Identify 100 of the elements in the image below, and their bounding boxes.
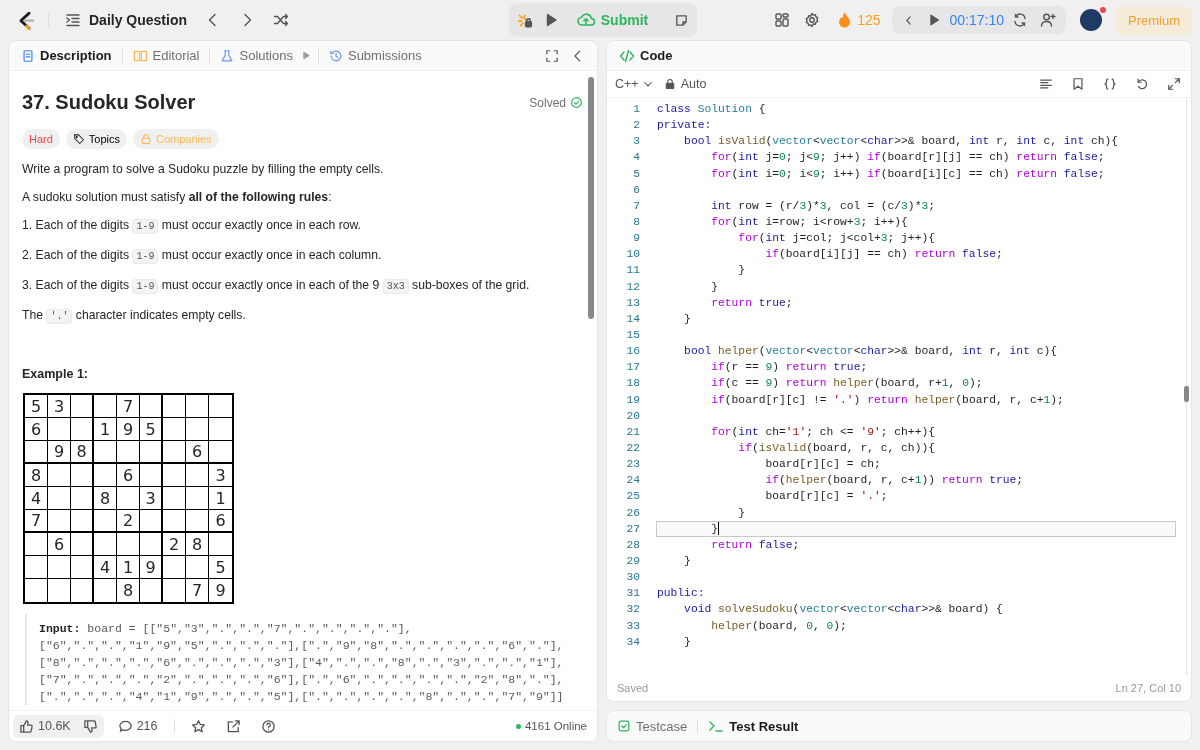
empty-grid-cell bbox=[163, 510, 186, 533]
code-line: } bbox=[710, 522, 718, 535]
topics-tag[interactable]: Topics bbox=[65, 129, 128, 149]
grid-cell: 4 bbox=[25, 487, 48, 510]
check-circle-icon bbox=[570, 96, 583, 109]
empty-grid-cell bbox=[71, 533, 94, 556]
cloud-upload-icon bbox=[576, 11, 595, 29]
code-line: private: bbox=[657, 119, 712, 132]
empty-grid-cell bbox=[186, 487, 209, 510]
panel-tab[interactable]: Description bbox=[17, 45, 116, 66]
panel-tab[interactable]: Solutions bbox=[216, 45, 297, 66]
document-icon bbox=[21, 48, 35, 63]
text-cursor bbox=[718, 522, 719, 536]
grid-cell: 7 bbox=[117, 395, 140, 418]
line-number: 24 bbox=[625, 474, 640, 487]
empty-grid-cell bbox=[48, 556, 71, 579]
code-line: } bbox=[683, 635, 691, 648]
code-line: void solveSudoku(vector<vector<char>>& board) { bbox=[683, 603, 1003, 616]
bookmark-icon bbox=[1071, 77, 1085, 91]
line-number: 29 bbox=[625, 555, 640, 567]
panel-tab[interactable]: Submissions bbox=[324, 45, 426, 66]
grid-cell: 8 bbox=[94, 487, 117, 510]
empty-grid-cell bbox=[48, 487, 71, 510]
panel-tab[interactable]: Editorial bbox=[128, 45, 204, 66]
line-number: 25 bbox=[625, 490, 640, 503]
checkbox-icon bbox=[617, 719, 631, 733]
grid-cell: 8 bbox=[25, 464, 48, 487]
lock-icon bbox=[140, 133, 153, 145]
line-number: 3 bbox=[632, 135, 640, 148]
grid-cell: 2 bbox=[163, 533, 186, 556]
description-text: A sudoku solution must satisfy all of the following rules: bbox=[22, 189, 333, 205]
code-line: return true; bbox=[710, 296, 793, 309]
line-number: 20 bbox=[625, 409, 640, 422]
align-icon bbox=[1039, 77, 1053, 91]
empty-grid-cell bbox=[94, 441, 117, 464]
thumbs-down-icon bbox=[82, 718, 98, 734]
line-number: 2 bbox=[632, 119, 640, 132]
scrollbar[interactable] bbox=[1184, 386, 1189, 402]
shuffle-icon bbox=[273, 12, 290, 28]
line-number: 10 bbox=[625, 248, 640, 261]
line-number: 23 bbox=[625, 458, 640, 471]
empty-grid-cell bbox=[140, 533, 163, 556]
grid-cell: 7 bbox=[25, 510, 48, 533]
code-line: return false; bbox=[710, 538, 800, 551]
empty-grid-cell bbox=[117, 533, 140, 556]
grid-cell: 3 bbox=[209, 464, 232, 487]
flask-icon bbox=[220, 48, 235, 63]
console-tab[interactable]: Test Result bbox=[704, 715, 803, 737]
line-number: 22 bbox=[625, 442, 640, 454]
grid-cell: 9 bbox=[117, 418, 140, 441]
grid-cell: 9 bbox=[48, 441, 71, 464]
code-line: class Solution { bbox=[657, 103, 766, 116]
description-text: 3. Each of the digits 1-9 must occur exactly once in each of the 9 3x3 sub-boxes of the grid. bbox=[22, 277, 531, 295]
thumbs-up-icon bbox=[19, 718, 34, 734]
code-line: if(helper(board, r, c+1)) return true; bbox=[764, 474, 1024, 487]
line-number: 6 bbox=[632, 183, 640, 196]
grid-cell: 6 bbox=[117, 464, 140, 487]
save-status: Saved bbox=[617, 682, 649, 694]
empty-grid-cell bbox=[163, 441, 186, 464]
grid-cell: 8 bbox=[117, 579, 140, 602]
undo-icon bbox=[1135, 77, 1149, 91]
grid-cell: 6 bbox=[186, 441, 209, 464]
empty-grid-cell bbox=[186, 418, 209, 441]
empty-grid-cell bbox=[71, 418, 94, 441]
comments-button[interactable]: 216 bbox=[111, 714, 164, 738]
code-line: } bbox=[683, 555, 691, 567]
online-count: 4161 Online bbox=[515, 720, 587, 732]
help-icon bbox=[260, 718, 276, 734]
description-text: The '.' character indicates empty cells. bbox=[22, 307, 247, 325]
difficulty-tag[interactable]: Hard bbox=[22, 129, 60, 149]
grid-cell: 6 bbox=[209, 510, 232, 533]
line-number: 1 bbox=[632, 103, 640, 116]
code-tab[interactable]: Code bbox=[615, 44, 677, 67]
grid-cell: 8 bbox=[186, 533, 209, 556]
empty-grid-cell bbox=[163, 487, 186, 510]
play-icon bbox=[300, 50, 312, 61]
code-line: } bbox=[683, 312, 691, 325]
empty-grid-cell bbox=[48, 510, 71, 533]
grid-cell: 7 bbox=[186, 579, 209, 602]
scrollbar[interactable] bbox=[588, 77, 594, 319]
line-number: 21 bbox=[625, 425, 640, 438]
line-number: 8 bbox=[632, 216, 640, 229]
book-icon bbox=[132, 48, 148, 63]
empty-grid-cell bbox=[186, 510, 209, 533]
layout-icon bbox=[774, 12, 791, 28]
console-tab[interactable]: Testcase bbox=[613, 715, 692, 737]
line-number: 31 bbox=[625, 587, 640, 600]
solved-status: Solved bbox=[529, 95, 583, 110]
description-text: Write a program to solve a Sudoku puzzle by filling the empty cells. bbox=[22, 161, 385, 177]
add-person-icon bbox=[1040, 12, 1056, 28]
problem-list-button[interactable]: Daily Question bbox=[61, 8, 192, 32]
empty-grid-cell bbox=[71, 556, 94, 579]
line-number: 16 bbox=[625, 345, 640, 358]
empty-grid-cell bbox=[48, 464, 71, 487]
description-text: 1. Each of the digits 1-9 must occur exactly once in each row. bbox=[22, 217, 362, 235]
line-number: 17 bbox=[625, 361, 640, 374]
line-number: 11 bbox=[625, 264, 640, 277]
code-line: int row = (r/3)*3, col = (c/3)*3; bbox=[710, 199, 935, 212]
language-dropdown[interactable]: C++ bbox=[615, 77, 654, 91]
grid-cell: 3 bbox=[48, 395, 71, 418]
